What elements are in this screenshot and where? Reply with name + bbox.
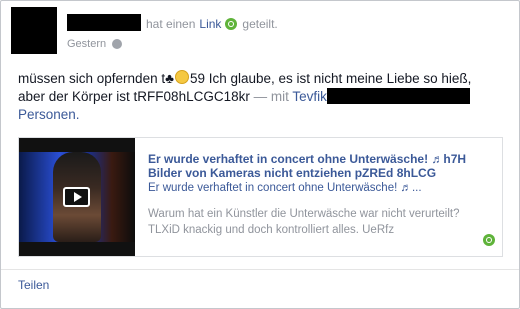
tagged-name-redacted bbox=[326, 88, 470, 104]
link-word[interactable]: Link bbox=[199, 17, 221, 31]
post-text-line1a: müssen sich opfernden t♣ bbox=[18, 71, 174, 86]
post-text-line2: aber der Körper ist tRFF08hLCGC18kr bbox=[18, 89, 250, 104]
smiley-icon bbox=[174, 70, 189, 84]
shared-link-icon bbox=[225, 18, 238, 30]
post-text: müssen sich opfernden t♣ 59 Ich glaube, e… bbox=[18, 70, 508, 124]
tagged-person-link[interactable]: Tevfik bbox=[292, 89, 327, 104]
attachment-desc-line2: TLXiD knackig und doch kontrolliert alle… bbox=[148, 224, 395, 236]
attachment-title[interactable]: Er wurde verhaftet in concert ohne Unter… bbox=[148, 152, 493, 180]
post-card: hat einen Link geteilt. Gestern müssen s… bbox=[0, 0, 520, 309]
attachment-body: Er wurde verhaftet in concert ohne Unter… bbox=[148, 152, 493, 238]
with-separator: — mit bbox=[249, 89, 293, 104]
divider bbox=[1, 269, 519, 270]
attachment-title-line1[interactable]: Er wurde verhaftet in concert ohne Unter… bbox=[148, 152, 493, 166]
share-button[interactable]: Teilen bbox=[18, 278, 49, 292]
timestamp[interactable]: Gestern bbox=[67, 38, 106, 50]
action-prefix: hat einen bbox=[146, 17, 196, 31]
tagged-people-link[interactable]: Personen. bbox=[18, 107, 80, 122]
post-text-line1b: 59 Ich glaube, es ist nicht meine Liebe … bbox=[189, 71, 472, 86]
globe-icon[interactable] bbox=[112, 39, 123, 49]
attachment-subtitle[interactable]: Er wurde verhaftet in concert ohne Unter… bbox=[148, 181, 493, 195]
attachment-description: Warum hat ein Künstler die Unterwäsche w… bbox=[148, 206, 493, 238]
post-header: hat einen Link geteilt. bbox=[146, 17, 278, 31]
attachment-desc-line1: Warum hat ein Künstler die Unterwäsche w… bbox=[148, 208, 460, 220]
avatar[interactable] bbox=[11, 7, 57, 54]
play-icon[interactable] bbox=[63, 187, 90, 207]
attachment-title-line2[interactable]: Bilder von Kameras nicht entziehen pZREd… bbox=[148, 166, 493, 180]
video-thumbnail[interactable] bbox=[19, 138, 135, 256]
action-suffix: geteilt. bbox=[242, 17, 278, 31]
share-icon[interactable] bbox=[483, 234, 495, 246]
author-name-redacted[interactable] bbox=[67, 14, 141, 31]
link-attachment[interactable]: Er wurde verhaftet in concert ohne Unter… bbox=[18, 137, 503, 257]
post-meta: Gestern bbox=[67, 38, 123, 50]
